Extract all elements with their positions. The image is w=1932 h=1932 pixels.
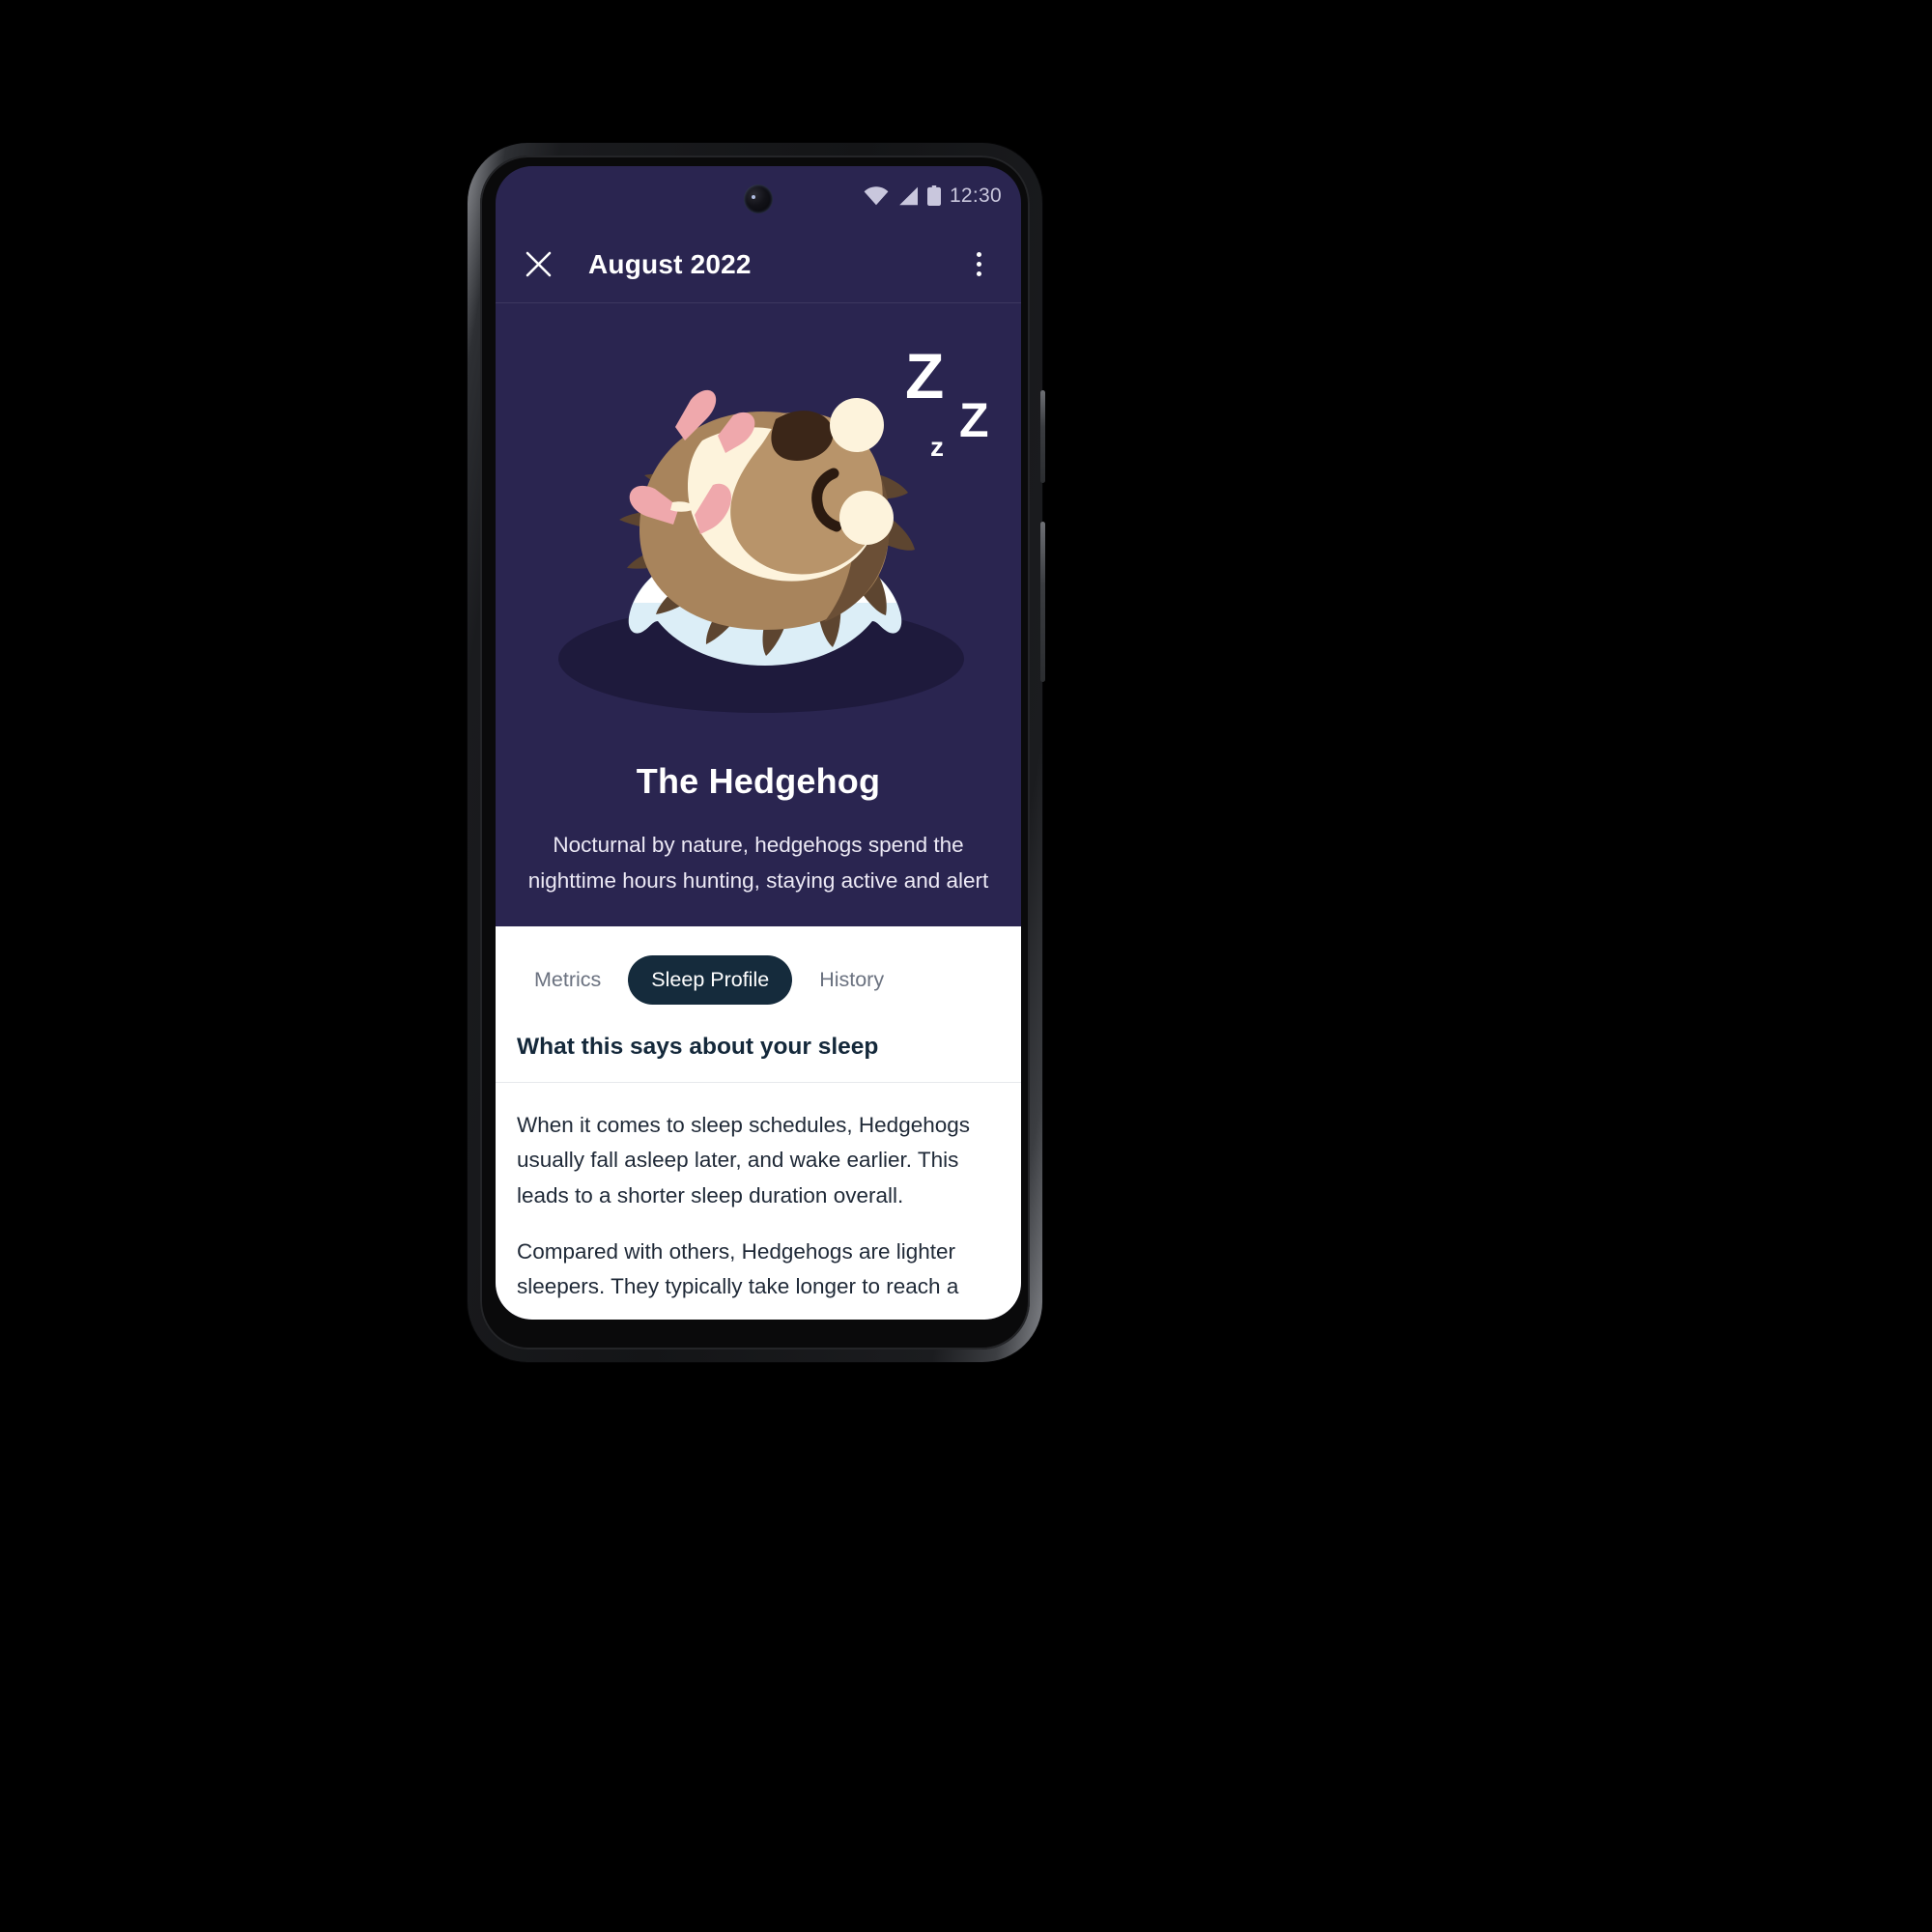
phone-screen: 12:30 August 2022 Z Z z The Hedgehog Noc…: [496, 166, 1021, 1320]
sleep-mark-z-large: Z: [905, 340, 944, 412]
close-icon: [526, 251, 551, 277]
overflow-menu-icon: [976, 252, 981, 257]
close-button[interactable]: [517, 243, 559, 286]
hero-section: Z Z z The Hedgehog Nocturnal by nature, …: [496, 303, 1021, 926]
overflow-menu-button[interactable]: [957, 243, 1000, 286]
app-bar: August 2022: [496, 226, 1021, 303]
overflow-menu-icon: [976, 262, 981, 267]
hedgehog-ear: [839, 491, 894, 545]
tab-metrics[interactable]: Metrics: [517, 955, 618, 1005]
hedgehog-ear: [830, 398, 884, 452]
screenshot-canvas: 12:30 August 2022 Z Z z The Hedgehog Noc…: [0, 0, 1932, 1932]
section-heading: What this says about your sleep: [496, 1030, 1021, 1083]
cellular-signal-icon: [899, 186, 918, 206]
sleep-mark-z-medium: Z: [959, 393, 989, 447]
sleeping-hedgehog-illustration: Z Z z: [558, 340, 989, 713]
overflow-menu-icon: [976, 271, 981, 276]
sleep-mark-z-small: z: [930, 432, 944, 462]
wifi-icon: [864, 186, 889, 206]
battery-icon: [926, 185, 941, 206]
tab-history[interactable]: History: [802, 955, 901, 1005]
hero-title: The Hedgehog: [636, 761, 881, 801]
power-button[interactable]: [1040, 390, 1045, 483]
body-paragraph: Compared with others, Hedgehogs are ligh…: [517, 1239, 959, 1299]
section-body: When it comes to sleep schedules, Hedgeh…: [496, 1083, 1021, 1320]
content-sheet: Metrics Sleep Profile History What this …: [496, 925, 1021, 1320]
hero-description: Nocturnal by nature, hedgehogs spend the…: [527, 833, 989, 894]
status-bar-clock: 12:30: [949, 185, 1002, 207]
illustration-container: Z Z z: [496, 303, 1021, 755]
front-camera-punchhole: [744, 185, 773, 213]
volume-rocker-button[interactable]: [1040, 522, 1045, 682]
status-bar: 12:30: [496, 166, 1021, 226]
tab-bar: Metrics Sleep Profile History: [496, 926, 1021, 1030]
page-title: August 2022: [588, 248, 752, 279]
body-paragraph: When it comes to sleep schedules, Hedgeh…: [517, 1112, 971, 1208]
tab-sleep-profile[interactable]: Sleep Profile: [628, 954, 793, 1005]
